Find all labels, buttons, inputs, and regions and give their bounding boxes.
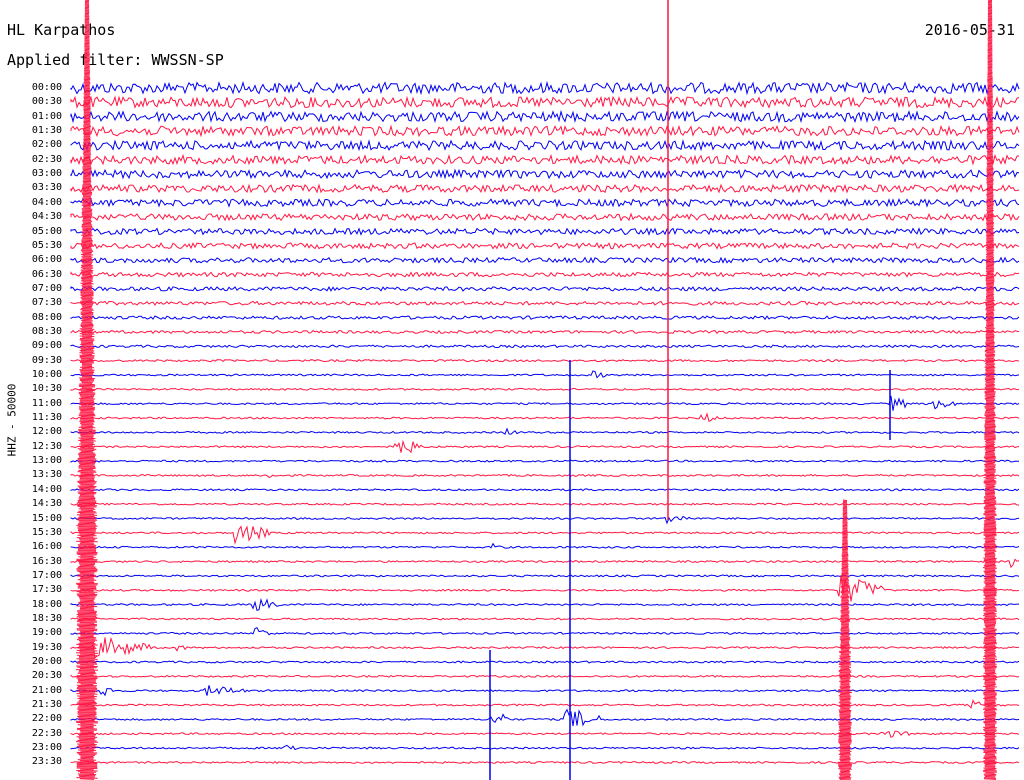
trace-row [70, 329, 1020, 335]
trace-row [70, 699, 1020, 709]
trace-row [70, 315, 1020, 321]
trace-row [70, 271, 1020, 278]
trace-row [70, 542, 1020, 549]
trace-row [70, 109, 1020, 124]
event-envelope [837, 499, 853, 780]
trace-row [70, 197, 1020, 208]
trace-row [70, 139, 1020, 152]
trace-row [70, 558, 1020, 569]
trace-row [70, 674, 1020, 678]
trace-row [70, 660, 1020, 664]
trace-row [70, 227, 1020, 236]
trace-row [70, 359, 1020, 363]
trace-row [70, 95, 1020, 109]
trace-row [70, 412, 1020, 422]
trace-row [70, 459, 1019, 463]
trace-row [70, 242, 1020, 250]
trace-row [70, 515, 1020, 525]
trace-row [70, 183, 1020, 194]
trace-row [70, 730, 1020, 739]
trace-row [70, 744, 1020, 751]
helicorder-view: HL Karpathos Applied filter: WWSSN-SP 20… [0, 0, 1024, 780]
trace-row [70, 708, 1020, 727]
trace-row [70, 285, 1020, 292]
trace-row [70, 685, 1020, 697]
trace-row [70, 574, 1020, 578]
trace-row [70, 473, 1020, 479]
seismogram-traces [70, 0, 1020, 780]
trace-row [70, 300, 1020, 306]
trace-row [70, 439, 1019, 454]
trace-row [70, 370, 1020, 379]
trace-row [70, 574, 1020, 602]
trace-row [70, 124, 1020, 138]
trace-row [70, 597, 1019, 612]
trace-row [70, 80, 1020, 96]
trace-row [70, 387, 1020, 391]
trace-row [70, 168, 1020, 180]
trace-row [70, 636, 1020, 659]
trace-row [70, 627, 1020, 636]
trace-row [70, 256, 1020, 264]
trace-row [70, 344, 1020, 349]
trace-row [70, 427, 1020, 435]
trace-row [70, 395, 1020, 411]
trace-row [70, 488, 1020, 492]
trace-row [70, 525, 1020, 545]
trace-row [70, 153, 1020, 166]
trace-row [70, 760, 1020, 764]
trace-row [70, 502, 1019, 506]
trace-row [70, 212, 1020, 222]
trace-row [70, 617, 1020, 621]
